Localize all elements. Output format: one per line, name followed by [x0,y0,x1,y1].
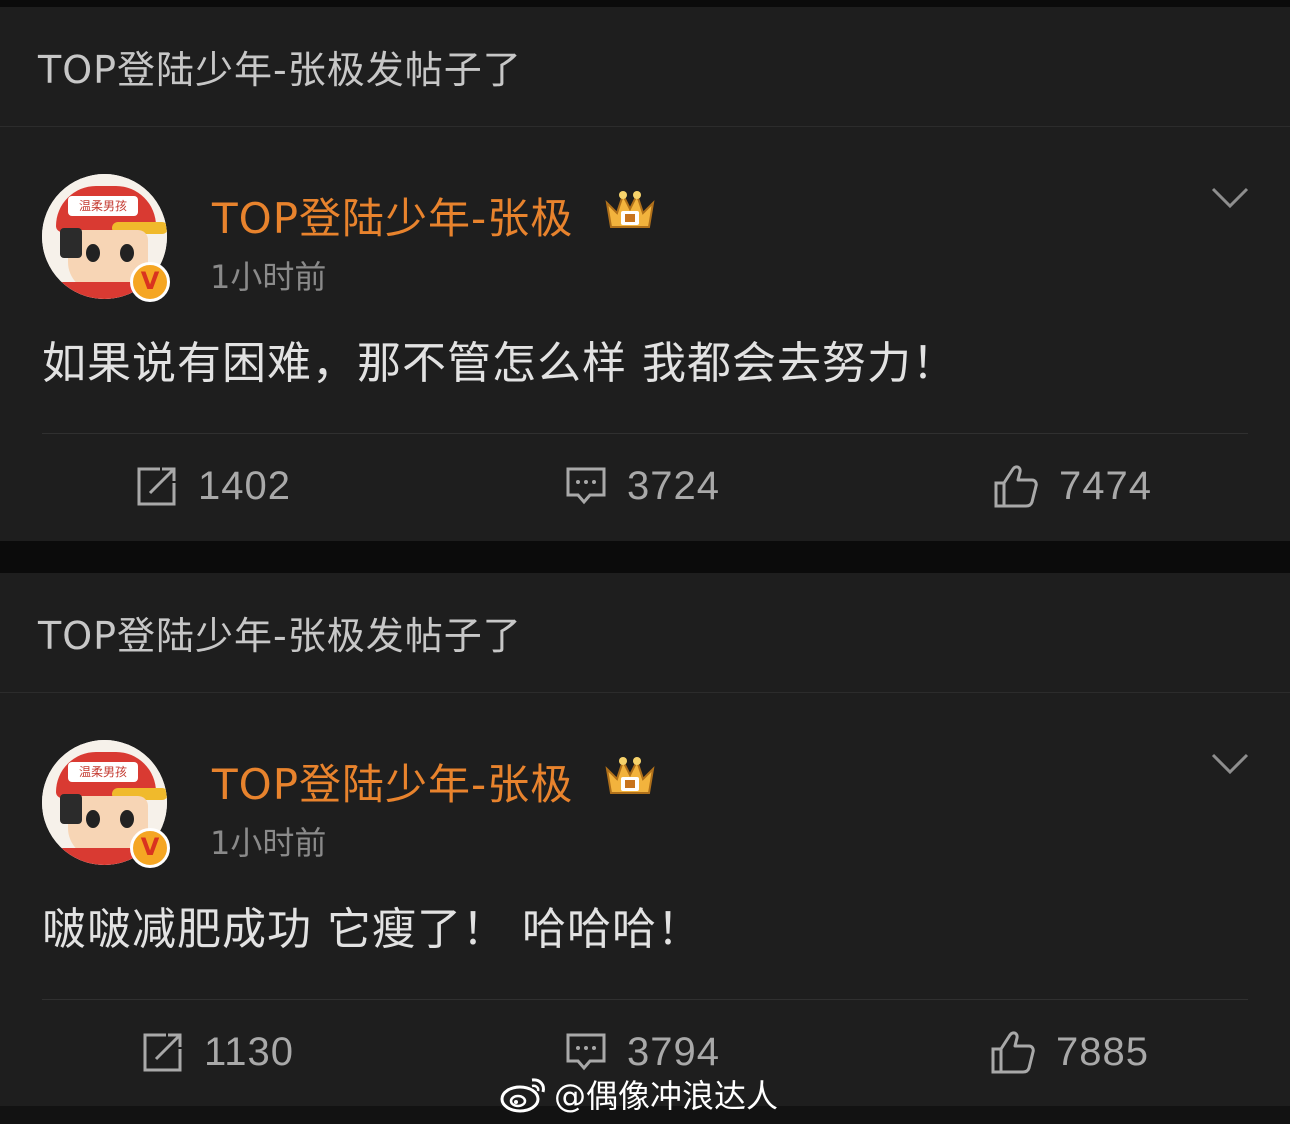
comment-icon [566,467,606,505]
feed-card: TOP登陆少年-张极发帖子了 温柔男孩 V TOP登陆少年-张极 1小时前 [0,573,1290,1106]
watermark-text: @偶像冲浪达人 [554,1077,779,1115]
like-count: 7474 [1059,463,1152,508]
username[interactable]: TOP登陆少年-张极 [212,185,573,246]
post-time: 1小时前 [210,258,327,296]
post[interactable]: 温柔男孩 V TOP登陆少年-张极 1小时前 如果说有困难，那不管怎么样 我都会… [0,127,1290,540]
repost-button[interactable]: 1130 [142,1023,294,1081]
card-header: TOP登陆少年-张极发帖子了 [0,573,1290,693]
comment-icon [566,1033,606,1071]
card-header: TOP登陆少年-张极发帖子了 [0,7,1290,127]
feed-card: TOP登陆少年-张极发帖子了 温柔男孩 V TOP登陆少年-张极 1小时前 [0,7,1290,541]
repost-icon [137,467,176,506]
thumbs-up-icon [994,465,1038,508]
repost-count: 1130 [204,1029,295,1074]
chevron-down-icon[interactable] [1210,185,1250,211]
verified-badge-icon: V [130,262,170,302]
comment-count: 3794 [627,1029,720,1074]
avatar[interactable]: 温柔男孩 V [42,740,170,868]
chevron-down-icon[interactable] [1210,751,1250,777]
post-time: 1小时前 [210,824,327,862]
repost-count: 1402 [198,463,291,508]
comment-count: 3724 [627,463,720,508]
comment-button[interactable]: 3724 [565,457,720,515]
post[interactable]: 温柔男孩 V TOP登陆少年-张极 1小时前 啵啵减肥成功 它瘦了！ 哈哈哈！ [0,693,1290,1106]
divider [42,999,1248,1000]
like-count: 7885 [1056,1029,1149,1074]
avatar-cap-label: 温柔男孩 [68,196,138,216]
card-header-title: TOP登陆少年-张极发帖子了 [38,614,522,658]
divider [42,433,1248,434]
watermark: @偶像冲浪达人 [500,1072,778,1116]
avatar-cap-label: 温柔男孩 [68,762,138,782]
post-text: 如果说有困难，那不管怎么样 我都会去努力！ [42,338,957,389]
thumbs-up-icon [991,1031,1035,1074]
repost-button[interactable]: 1402 [136,457,291,515]
avatar[interactable]: 温柔男孩 V [42,174,170,302]
crown-icon [605,757,655,794]
like-button[interactable]: 7885 [990,1023,1149,1081]
username[interactable]: TOP登陆少年-张极 [212,751,573,812]
post-text: 啵啵减肥成功 它瘦了！ 哈哈哈！ [42,904,702,955]
card-header-title: TOP登陆少年-张极发帖子了 [38,48,522,92]
like-button[interactable]: 7474 [993,457,1152,515]
action-bar: 1402 3724 7474 [0,457,1290,515]
weibo-logo-icon [500,1078,545,1113]
verified-badge-icon: V [130,828,170,868]
repost-icon [143,1033,182,1072]
crown-icon [605,191,655,228]
